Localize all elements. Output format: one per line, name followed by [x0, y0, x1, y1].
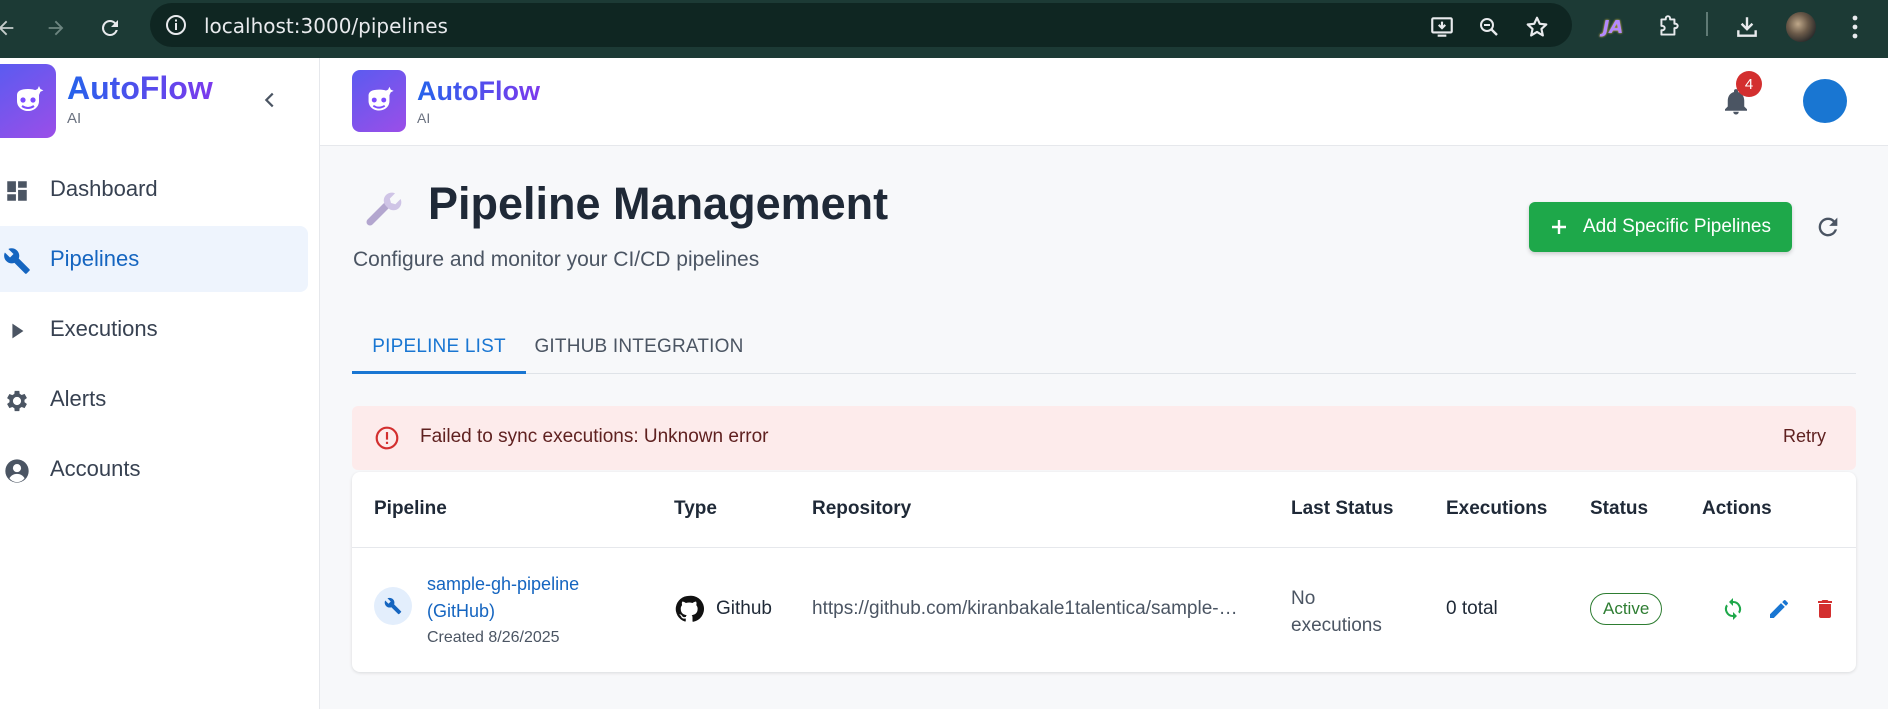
refresh-icon	[1818, 217, 1838, 237]
pencil-icon	[1770, 600, 1788, 618]
page-subtitle: Configure and monitor your CI/CD pipelin…	[353, 248, 760, 271]
chevron-left-icon	[264, 92, 274, 108]
address-bar[interactable]: localhost:3000/pipelines	[150, 3, 1572, 47]
pipeline-type: Github	[674, 594, 772, 624]
pipeline-name-link[interactable]: sample-gh-pipeline (GitHub)	[427, 571, 607, 625]
sidebar-item-dashboard[interactable]: Dashboard	[0, 156, 308, 222]
extension-ja-icon[interactable]: JA	[1594, 8, 1632, 46]
error-alert: Failed to sync executions: Unknown error…	[352, 406, 1856, 470]
sidebar-item-label: Alerts	[50, 386, 107, 411]
dashboard-icon	[2, 176, 32, 206]
column-header-executions: Executions	[1446, 498, 1548, 519]
status-badge: Active	[1590, 593, 1663, 625]
tab-github-integration[interactable]: GITHUB INTEGRATION	[526, 320, 752, 374]
url-text[interactable]: localhost:3000/pipelines	[204, 14, 448, 38]
back-icon[interactable]	[0, 10, 24, 46]
sidebar-brand-name: AutoFlow	[67, 70, 213, 106]
notification-count-badge: 4	[1736, 71, 1762, 97]
user-avatar[interactable]	[1803, 79, 1847, 123]
header-brand-name: AutoFlow	[417, 76, 540, 106]
bookmark-star-icon[interactable]	[1518, 8, 1556, 46]
gear-icon	[2, 386, 32, 416]
column-header-pipeline: Pipeline	[374, 498, 447, 519]
reload-icon[interactable]	[92, 10, 128, 46]
column-header-actions: Actions	[1702, 498, 1772, 519]
sidebar-item-accounts[interactable]: Accounts	[0, 436, 308, 502]
plus-icon	[1552, 220, 1566, 234]
tab-pipeline-list[interactable]: PIPELINE LIST	[352, 320, 526, 374]
sidebar-nav: Dashboard Pipelines Executions Alerts Ac…	[0, 156, 320, 506]
pipeline-executions-count: 0 total	[1446, 598, 1498, 619]
sidebar-item-label: Accounts	[50, 456, 141, 481]
zoom-icon[interactable]	[1470, 8, 1508, 46]
sidebar: AutoFlow AI Dashboard Pipelines Executio…	[0, 58, 320, 709]
play-icon	[2, 316, 32, 346]
column-header-repository: Repository	[812, 498, 912, 519]
table-header: Pipeline Type Repository Last Status Exe…	[352, 472, 1856, 548]
downloads-icon[interactable]	[1728, 8, 1766, 46]
forward-icon[interactable]	[38, 10, 74, 46]
sidebar-item-label: Executions	[50, 316, 158, 341]
edit-pipeline-button[interactable]	[1765, 595, 1793, 623]
pipeline-last-status: No executions	[1291, 588, 1382, 636]
browser-menu-icon[interactable]	[1836, 8, 1874, 46]
logo-icon	[0, 64, 56, 138]
site-info-icon[interactable]	[164, 13, 188, 37]
refresh-button[interactable]	[1813, 212, 1843, 242]
sync-icon	[1724, 598, 1742, 620]
pipeline-repository-url: https://github.com/kiranbakale1talentica…	[812, 598, 1242, 619]
collapse-sidebar-button[interactable]	[256, 86, 284, 114]
sidebar-item-alerts[interactable]: Alerts	[0, 366, 308, 432]
main-content: Pipeline Management Configure and monito…	[320, 146, 1888, 709]
github-icon	[675, 595, 704, 622]
profile-avatar[interactable]	[1782, 8, 1820, 46]
add-button-label: Add Specific Pipelines	[1583, 216, 1771, 237]
browser-toolbar: localhost:3000/pipelines JA	[0, 0, 1888, 58]
error-icon	[375, 426, 399, 450]
sidebar-item-pipelines[interactable]: Pipelines	[0, 226, 308, 292]
retry-button[interactable]: Retry	[1783, 426, 1826, 447]
alert-message: Failed to sync executions: Unknown error	[420, 426, 769, 447]
install-app-icon[interactable]	[1423, 8, 1461, 46]
extensions-puzzle-icon[interactable]	[1650, 8, 1688, 46]
delete-pipeline-button[interactable]	[1811, 595, 1839, 623]
wrench-title-icon	[360, 182, 404, 226]
logo-icon	[352, 70, 406, 132]
column-header-status: Status	[1590, 498, 1649, 519]
profile-picture	[1786, 12, 1816, 42]
page-title: Pipeline Management	[428, 178, 889, 229]
pipeline-type-label: Github	[716, 598, 772, 619]
tab-bar: PIPELINE LIST GITHUB INTEGRATION	[352, 320, 1856, 374]
pipelines-table: Pipeline Type Repository Last Status Exe…	[352, 472, 1856, 672]
sidebar-brand-subtitle: AI	[67, 110, 82, 127]
toolbar-divider	[1706, 12, 1708, 36]
pipeline-created-date: Created 8/26/2025	[427, 629, 560, 646]
sidebar-item-label: Pipelines	[50, 246, 140, 271]
table-row: sample-gh-pipeline (GitHub) Created 8/26…	[352, 549, 1856, 672]
wrench-icon	[2, 246, 32, 276]
sidebar-item-label: Dashboard	[50, 176, 158, 201]
account-circle-icon	[2, 456, 32, 486]
app-header: AutoFlow AI 4	[320, 58, 1888, 146]
active-tab-indicator	[352, 371, 526, 374]
sync-pipeline-button[interactable]	[1719, 595, 1747, 623]
header-brand-subtitle: AI	[417, 110, 431, 126]
pipeline-wrench-icon	[374, 587, 412, 625]
trash-icon	[1818, 600, 1832, 618]
column-header-last-status: Last Status	[1291, 498, 1394, 519]
sidebar-item-executions[interactable]: Executions	[0, 296, 308, 362]
add-specific-pipelines-button[interactable]: Add Specific Pipelines	[1529, 202, 1792, 252]
column-header-type: Type	[674, 498, 717, 519]
